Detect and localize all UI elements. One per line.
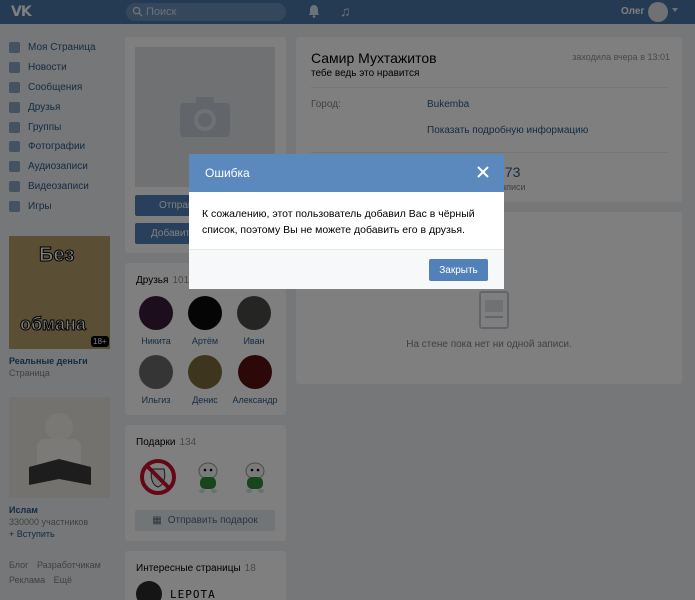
dialog-title: Ошибка [205,166,250,180]
close-icon[interactable] [476,165,490,179]
modal-backdrop[interactable] [0,0,695,600]
error-dialog: Ошибка К сожалению, этот пользователь до… [189,154,504,289]
dialog-footer: Закрыть [189,249,504,289]
dialog-header: Ошибка [189,154,504,192]
close-button[interactable]: Закрыть [429,259,488,281]
dialog-message: К сожалению, этот пользователь добавил В… [202,208,475,236]
